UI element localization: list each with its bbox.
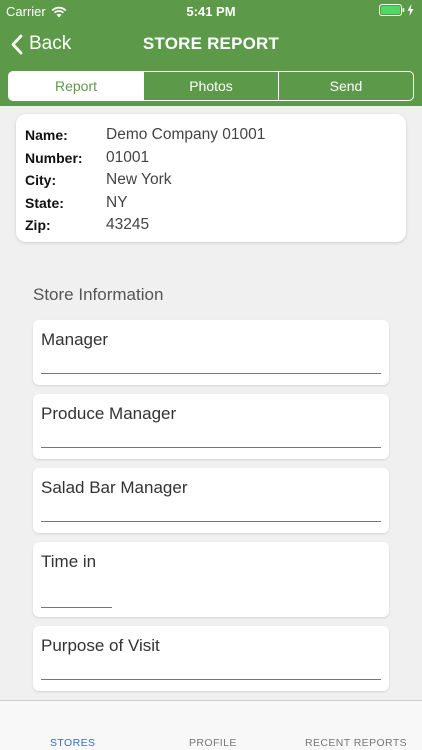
tab-recent-reports[interactable]: RECENT REPORTS — [305, 737, 407, 749]
manager-field[interactable]: Manager — [33, 320, 389, 385]
store-zip-label: Zip: — [25, 217, 51, 234]
segment-bar: Report Photos Send — [0, 66, 422, 106]
segment-photos[interactable]: Photos — [144, 72, 279, 100]
section-title: Store Information — [33, 285, 164, 304]
battery-indicator — [379, 4, 414, 16]
store-name-value: Demo Company 01001 — [106, 126, 266, 144]
store-zip-row: Zip: 43245 — [25, 214, 397, 237]
tab-stores[interactable]: STORES — [50, 737, 95, 749]
tab-profile[interactable]: PROFILE — [189, 737, 237, 749]
store-name-label: Name: — [25, 127, 68, 144]
status-bar: Carrier 5:41 PM — [0, 0, 422, 22]
charging-bolt-icon — [407, 4, 414, 16]
segment-send[interactable]: Send — [279, 72, 413, 100]
segment-report[interactable]: Report — [9, 72, 144, 100]
produce-manager-field[interactable]: Produce Manager — [33, 394, 389, 459]
store-number-label: Number: — [25, 149, 83, 166]
manager-field-label: Manager — [41, 330, 109, 349]
store-state-label: State: — [25, 194, 64, 211]
store-info-card: Name: Demo Company 01001 Number: 01001 C… — [16, 114, 406, 242]
salad-bar-manager-field-label: Salad Bar Manager — [41, 478, 188, 497]
battery-icon — [379, 4, 405, 16]
purpose-of-visit-input[interactable] — [41, 656, 381, 680]
time-in-input[interactable] — [41, 582, 112, 608]
navigation-bar: Back STORE REPORT — [0, 22, 422, 66]
salad-bar-manager-input[interactable] — [41, 498, 381, 522]
purpose-of-visit-field[interactable]: Purpose of Visit — [33, 626, 389, 691]
store-state-value: NY — [106, 193, 128, 211]
page-title: STORE REPORT — [142, 34, 280, 53]
store-name-row: Name: Demo Company 01001 — [25, 124, 397, 147]
purpose-of-visit-field-label: Purpose of Visit — [41, 636, 160, 655]
time-in-field-label: Time in — [41, 552, 97, 571]
store-state-row: State: NY — [25, 192, 397, 215]
store-city-label: City: — [25, 172, 57, 189]
time-in-field[interactable]: Time in — [33, 542, 389, 617]
status-time: 5:41 PM — [186, 4, 236, 19]
segmented-control: Report Photos Send — [8, 71, 414, 101]
store-city-value: New York — [106, 171, 172, 189]
produce-manager-input[interactable] — [41, 424, 381, 448]
manager-input[interactable] — [41, 350, 381, 374]
store-city-row: City: New York — [25, 169, 397, 192]
store-number-value: 01001 — [106, 148, 150, 166]
salad-bar-manager-field[interactable]: Salad Bar Manager — [33, 468, 389, 533]
bottom-tab-bar: STORES PROFILE RECENT REPORTS — [0, 700, 422, 750]
store-zip-value: 43245 — [106, 216, 150, 234]
store-number-row: Number: 01001 — [25, 147, 397, 170]
produce-manager-field-label: Produce Manager — [41, 404, 177, 423]
